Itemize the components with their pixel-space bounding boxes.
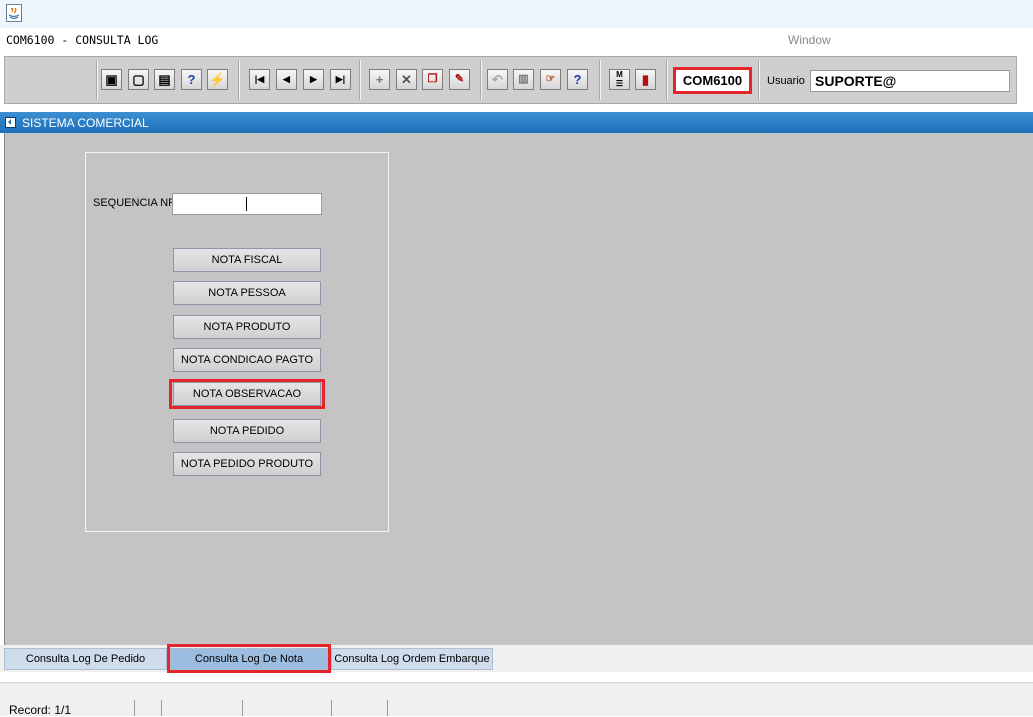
undo-icon[interactable]: ↶: [487, 69, 508, 90]
toolbar-separator: [599, 60, 601, 100]
toolbar-separator: [359, 60, 361, 100]
nota-produto-button[interactable]: NOTA PRODUTO: [173, 315, 321, 339]
help-icon[interactable]: ?: [567, 69, 588, 90]
usuario-field: SUPORTE@: [810, 70, 1010, 92]
last-record-icon[interactable]: ▶|: [330, 69, 351, 90]
status-separator: [134, 700, 135, 716]
paste-icon[interactable]: ▥: [513, 69, 534, 90]
toolbar-separator: [666, 60, 668, 100]
status-bar: [0, 682, 1033, 716]
status-separator: [242, 700, 243, 716]
section-header-bar: [0, 112, 1033, 133]
clear-record-icon[interactable]: ✎: [449, 69, 470, 90]
text-caret: [246, 197, 247, 211]
toolbar-separator: [758, 60, 760, 100]
save-icon[interactable]: ▣: [101, 69, 122, 90]
toolbar-separator: [238, 60, 240, 100]
window-restore-icon[interactable]: [5, 117, 16, 128]
menu-item-window[interactable]: Window: [788, 33, 831, 47]
list-values-icon[interactable]: ☞: [540, 69, 561, 90]
form-code-display: COM6100: [673, 67, 752, 94]
query-help-icon[interactable]: ?: [181, 69, 202, 90]
nota-pedido-button[interactable]: NOTA PEDIDO: [173, 419, 321, 443]
java-icon: [6, 4, 22, 22]
nota-condicao-pagto-button[interactable]: NOTA CONDICAO PAGTO: [173, 348, 321, 372]
window-title: COM6100 - CONSULTA LOG: [6, 33, 159, 47]
toolbar-separator: [96, 60, 98, 100]
section-title: SISTEMA COMERCIAL: [22, 116, 149, 130]
status-separator: [387, 700, 388, 716]
toolbar-separator: [480, 60, 482, 100]
insert-record-icon[interactable]: +: [369, 69, 390, 90]
next-record-icon[interactable]: ▶: [303, 69, 324, 90]
status-separator: [331, 700, 332, 716]
status-separator: [161, 700, 162, 716]
execute-query-icon[interactable]: ⚡: [207, 69, 228, 90]
nota-pessoa-button[interactable]: NOTA PESSOA: [173, 281, 321, 305]
exit-icon[interactable]: ▮: [635, 69, 656, 90]
enter-query-icon[interactable]: ▢: [128, 69, 149, 90]
previous-record-icon[interactable]: ◀: [276, 69, 297, 90]
first-record-icon[interactable]: |◀: [249, 69, 270, 90]
duplicate-record-icon[interactable]: ❐: [422, 69, 443, 90]
delete-record-icon[interactable]: ✕: [396, 69, 417, 90]
menu-icon[interactable]: M ☰: [609, 69, 630, 90]
highlight-box: [169, 379, 325, 409]
sequencia-nf-label: SEQUENCIA NF: [93, 197, 175, 209]
sequencia-nf-input[interactable]: [172, 193, 322, 215]
record-indicator: Record: 1/1: [9, 703, 72, 717]
nota-pedido-produto-button[interactable]: NOTA PEDIDO PRODUTO: [173, 452, 321, 476]
title-strip: [0, 0, 1033, 28]
usuario-label: Usuario: [767, 75, 805, 87]
print-icon[interactable]: ▤: [154, 69, 175, 90]
tab-consulta-log-de-pedido[interactable]: Consulta Log De Pedido: [4, 648, 167, 670]
tab-consulta-log-ordem-embarque[interactable]: Consulta Log Ordem Embarque: [331, 648, 493, 670]
highlight-box: [167, 644, 331, 673]
nota-fiscal-button[interactable]: NOTA FISCAL: [173, 248, 321, 272]
